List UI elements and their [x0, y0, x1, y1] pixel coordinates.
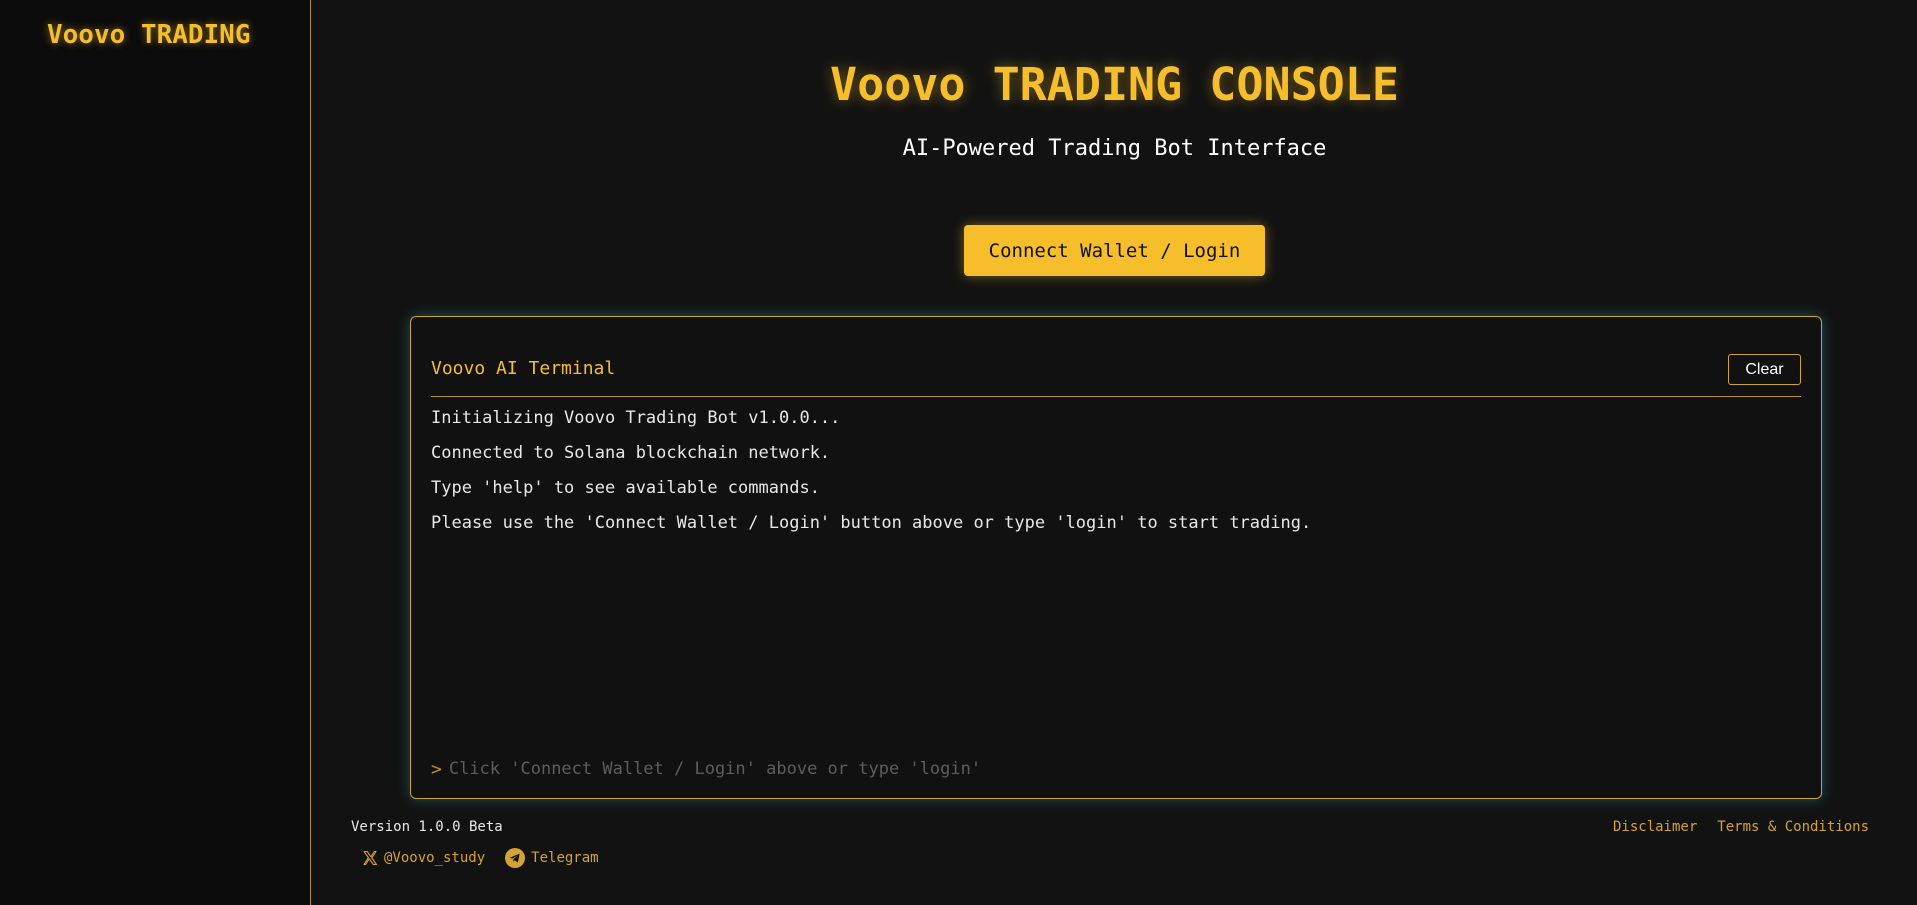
telegram-icon	[505, 848, 526, 868]
page-title: Voovo TRADING CONSOLE	[830, 58, 1399, 111]
terminal-header: Voovo AI Terminal Clear	[431, 335, 1801, 397]
disclaimer-link[interactable]: Disclaimer	[1613, 819, 1697, 835]
sidebar: Voovo TRADING	[0, 0, 311, 905]
terminal-output: Initializing Voovo Trading Bot v1.0.0...…	[431, 401, 1801, 541]
x-icon	[363, 850, 378, 866]
x-social-label: @Voovo_study	[384, 850, 486, 866]
footer-links: Disclaimer Terms & Conditions	[1593, 819, 1869, 835]
terminal-output-line: Initializing Voovo Trading Bot v1.0.0...	[431, 408, 841, 428]
terminal-panel: Voovo AI Terminal Clear Initializing Voo…	[410, 316, 1822, 799]
version-label: Version 1.0.0 Beta	[351, 819, 503, 835]
brand-logo[interactable]: Voovo TRADING	[47, 20, 251, 50]
terminal-input-row: >	[431, 753, 1801, 785]
page-subtitle: AI-Powered Trading Bot Interface	[902, 136, 1327, 161]
telegram-social-link[interactable]: Telegram	[505, 848, 599, 868]
terminal-output-line: Connected to Solana blockchain network.	[431, 443, 831, 463]
terms-link[interactable]: Terms & Conditions	[1717, 819, 1869, 835]
terminal-output-line: Type 'help' to see available commands.	[431, 478, 820, 498]
connect-wallet-button[interactable]: Connect Wallet / Login	[964, 225, 1265, 276]
social-links: @Voovo_study Telegram	[362, 848, 619, 868]
prompt-chevron-icon: >	[431, 758, 442, 780]
terminal-output-line: Please use the 'Connect Wallet / Login' …	[431, 513, 1312, 533]
clear-button[interactable]: Clear	[1728, 354, 1801, 385]
main-content: Voovo TRADING CONSOLE AI-Powered Trading…	[312, 0, 1917, 905]
terminal-title: Voovo AI Terminal	[431, 358, 616, 379]
telegram-social-label: Telegram	[531, 850, 599, 866]
terminal-command-input[interactable]	[448, 759, 1801, 779]
x-social-link[interactable]: @Voovo_study	[362, 850, 485, 866]
